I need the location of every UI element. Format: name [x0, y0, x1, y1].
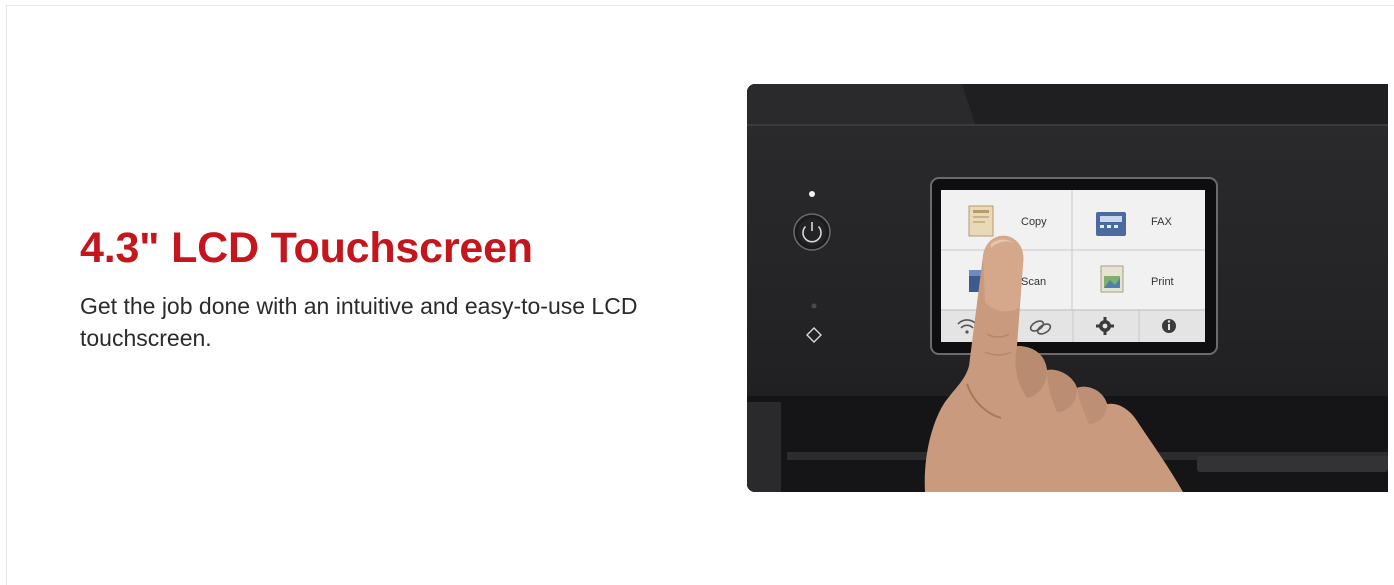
power-button[interactable] — [793, 213, 831, 251]
stop-button-icon[interactable] — [806, 327, 822, 343]
power-led — [809, 191, 815, 197]
status-led — [811, 303, 817, 309]
lcd-tile-print-label: Print — [1151, 276, 1174, 288]
feature-text-block: 4.3" LCD Touchscreen Get the job done wi… — [80, 222, 700, 354]
lcd-tile-fax-label: FAX — [1151, 216, 1172, 228]
feature-headline: 4.3" LCD Touchscreen — [80, 224, 533, 272]
info-icon[interactable] — [1162, 319, 1176, 333]
lcd-tile-scan-label: Scan — [1021, 276, 1046, 288]
lcd-tile-copy-label: Copy — [1021, 216, 1047, 228]
feature-description: Get the job done with an intuitive and e… — [80, 293, 638, 351]
printer-control-panel-photo: Copy FAX Scan Print — [747, 84, 1388, 492]
